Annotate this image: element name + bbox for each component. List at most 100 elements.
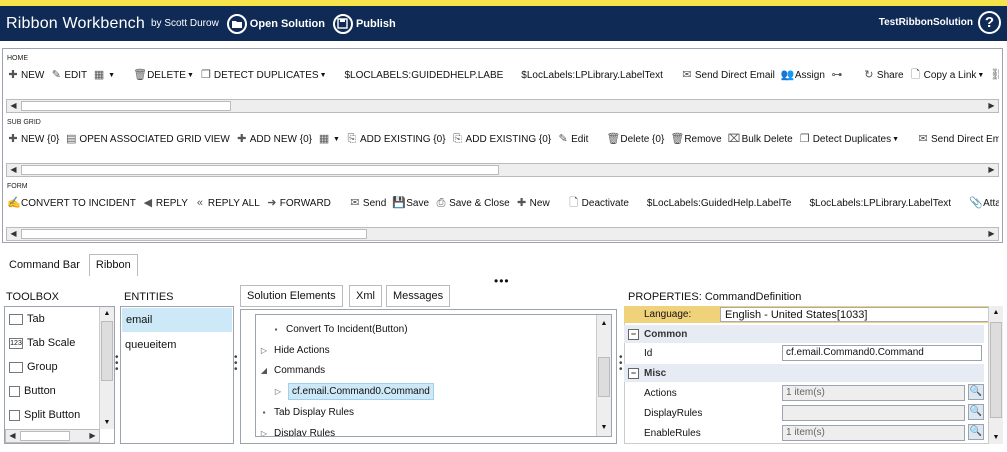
- scroll-left-icon[interactable]: ◀: [7, 228, 20, 240]
- tree-item-tab-display-rules[interactable]: ▪ Tab Display Rules: [258, 407, 354, 418]
- scroll-down-icon[interactable]: ▼: [100, 416, 114, 429]
- scroll-right-icon[interactable]: ▶: [985, 100, 998, 112]
- remove-button[interactable]: 🗑 Remove: [670, 133, 721, 145]
- tab-xml[interactable]: Xml: [349, 285, 382, 307]
- bulk-delete-button[interactable]: ⌧ Bulk Delete: [728, 133, 793, 145]
- scroll-thumb[interactable]: [20, 431, 70, 441]
- toolbox-item-group[interactable]: Group: [5, 355, 114, 379]
- toolbox-horizontal-scrollbar[interactable]: ◀ ▶: [5, 429, 100, 443]
- tree-item-display-rules[interactable]: ▷ Display Rules: [258, 428, 335, 436]
- guided-help-button[interactable]: $LocLabels:GuidedHelp.LabelTe: [647, 198, 792, 209]
- splitter-handle[interactable]: • • •: [115, 353, 119, 375]
- toolbox-vertical-scrollbar[interactable]: ▲ ▼: [99, 307, 114, 429]
- tree-item-command0[interactable]: ▷ cf.email.Command0.Command: [272, 383, 434, 400]
- scroll-left-icon[interactable]: ◀: [7, 100, 20, 112]
- form-horizontal-scrollbar[interactable]: ◀ ▶: [6, 227, 999, 241]
- scroll-thumb[interactable]: [21, 229, 367, 239]
- delete-subgrid-button[interactable]: 🗑 Delete {0}: [606, 133, 664, 145]
- forward-button[interactable]: ➜ FORWARD: [266, 197, 331, 209]
- share-button[interactable]: ↻ Share: [863, 69, 903, 81]
- reply-all-button[interactable]: « REPLY ALL: [194, 197, 260, 209]
- tab-messages[interactable]: Messages: [386, 285, 451, 307]
- toolbox-item-tab[interactable]: Tab: [5, 307, 114, 331]
- send-button[interactable]: ✉ Send: [349, 197, 386, 209]
- scroll-right-icon[interactable]: ▶: [985, 164, 998, 176]
- save-button[interactable]: 💾 Save: [392, 197, 429, 209]
- panel-resize-handle[interactable]: •••: [494, 274, 510, 288]
- lplibrary-button[interactable]: $LocLabels:LPLibrary.LabelText: [521, 70, 663, 81]
- edit-collection-icon[interactable]: 🔍: [968, 384, 984, 400]
- hierarchy-button[interactable]: ⊶: [831, 69, 845, 81]
- entity-item-email[interactable]: email: [122, 308, 232, 332]
- scroll-thumb[interactable]: [21, 165, 499, 175]
- new-form-button[interactable]: ✚ New: [516, 197, 550, 209]
- open-associated-grid-view-button[interactable]: ▤ OPEN ASSOCIATED GRID VIEW: [65, 133, 230, 145]
- new-button[interactable]: ✚ NEW: [7, 69, 44, 81]
- scroll-thumb[interactable]: [990, 322, 1002, 418]
- guided-help-button[interactable]: $LOCLABELS:GUIDEDHELP.LABE: [345, 70, 504, 81]
- convert-to-incident-button[interactable]: ✍ CONVERT TO INCIDENT: [7, 197, 136, 209]
- add-existing-button[interactable]: ⎘ ADD EXISTING {0}: [452, 133, 551, 145]
- scroll-thumb[interactable]: [598, 357, 610, 397]
- edit-collection-icon[interactable]: 🔍: [968, 404, 984, 420]
- tree-item-hide-actions[interactable]: ▷ Hide Actions: [258, 345, 330, 356]
- tab-ribbon[interactable]: Ribbon: [88, 254, 138, 276]
- scroll-left-icon[interactable]: ◀: [7, 164, 20, 176]
- open-solution-button[interactable]: Open Solution: [226, 13, 325, 34]
- splitter-handle[interactable]: • • •: [234, 353, 238, 375]
- scroll-left-icon[interactable]: ◀: [6, 430, 19, 442]
- edit-collection-icon[interactable]: 🔍: [968, 424, 984, 440]
- splitter-handle[interactable]: • • •: [619, 353, 623, 375]
- save-and-close-button[interactable]: ⎙ Save & Close: [435, 197, 510, 209]
- toolbox-item-button[interactable]: Button: [5, 379, 114, 403]
- detect-duplicates-button[interactable]: ❐ DETECT DUPLICATES ▼: [200, 69, 327, 81]
- tab-command-bar[interactable]: Command Bar: [2, 254, 87, 276]
- deactivate-button[interactable]: 🗋 Deactivate: [568, 197, 629, 209]
- grid-menu-button[interactable]: ▦ ▼: [318, 133, 340, 145]
- toolbox-item-split-button[interactable]: Split Button: [5, 403, 114, 427]
- delete-button[interactable]: 🗑 DELETE ▼: [133, 69, 194, 81]
- edit-button[interactable]: ✎ Edit: [557, 133, 589, 145]
- subgrid-horizontal-scrollbar[interactable]: ◀ ▶: [6, 163, 999, 177]
- send-direct-email-button[interactable]: ✉ Send Direct Em: [917, 133, 999, 145]
- collapse-icon[interactable]: −: [628, 328, 639, 340]
- tree-vertical-scrollbar[interactable]: ▲ ▼: [596, 315, 611, 436]
- expand-icon[interactable]: ▷: [258, 429, 270, 436]
- collapse-icon[interactable]: −: [628, 367, 639, 379]
- edit-button[interactable]: ✎ EDIT: [50, 69, 87, 81]
- scroll-up-icon[interactable]: ▲: [100, 307, 114, 320]
- collapse-icon[interactable]: ◢: [258, 366, 270, 375]
- entity-item-queueitem[interactable]: queueitem: [121, 333, 233, 357]
- attach-button[interactable]: 📎Atta: [969, 197, 999, 209]
- toolbox-item-tab-scale[interactable]: 123 Tab Scale: [5, 331, 114, 355]
- expand-icon[interactable]: ▷: [272, 387, 284, 396]
- grid-menu-button[interactable]: ▦ ▼: [93, 69, 115, 81]
- scroll-up-icon[interactable]: ▲: [597, 317, 611, 330]
- home-horizontal-scrollbar[interactable]: ◀ ▶: [6, 99, 999, 113]
- scroll-down-icon[interactable]: ▼: [989, 431, 1003, 444]
- category-common[interactable]: − Common: [624, 325, 984, 343]
- scroll-thumb[interactable]: [101, 321, 113, 381]
- scroll-right-icon[interactable]: ▶: [985, 228, 998, 240]
- assign-button[interactable]: 👥 Assign: [781, 69, 825, 81]
- tab-solution-elements[interactable]: Solution Elements: [240, 285, 343, 307]
- copy-link-button[interactable]: 🗋 Copy a Link ▼: [910, 69, 984, 81]
- help-icon[interactable]: ?: [978, 11, 1001, 34]
- lplibrary-button[interactable]: $LocLabels:LPLibrary.LabelText: [809, 198, 951, 209]
- detect-duplicates-button[interactable]: ❐ Detect Duplicates ▼: [799, 133, 899, 145]
- reply-button[interactable]: ◀ REPLY: [142, 197, 188, 209]
- scroll-right-icon[interactable]: ▶: [86, 430, 99, 442]
- scroll-down-icon[interactable]: ▼: [597, 421, 611, 434]
- scroll-thumb[interactable]: [21, 101, 231, 111]
- new-subgrid-button[interactable]: ✚ NEW {0}: [7, 133, 59, 145]
- scroll-up-icon[interactable]: ▲: [989, 306, 1003, 319]
- tree-item-convert-to-incident[interactable]: ▪ Convert To Incident(Button): [270, 324, 408, 335]
- add-existing-button[interactable]: ⎘ ADD EXISTING {0}: [346, 133, 446, 145]
- publish-button[interactable]: Publish: [332, 13, 396, 34]
- category-misc[interactable]: − Misc: [624, 364, 984, 382]
- language-select[interactable]: English - United States[1033]: [720, 307, 990, 322]
- tree-item-commands[interactable]: ◢ Commands: [258, 365, 325, 376]
- email-link-button[interactable]: ⛓Em: [990, 69, 999, 81]
- properties-vertical-scrollbar[interactable]: ▲ ▼: [988, 306, 1003, 444]
- send-direct-email-button[interactable]: ✉ Send Direct Email: [681, 69, 775, 81]
